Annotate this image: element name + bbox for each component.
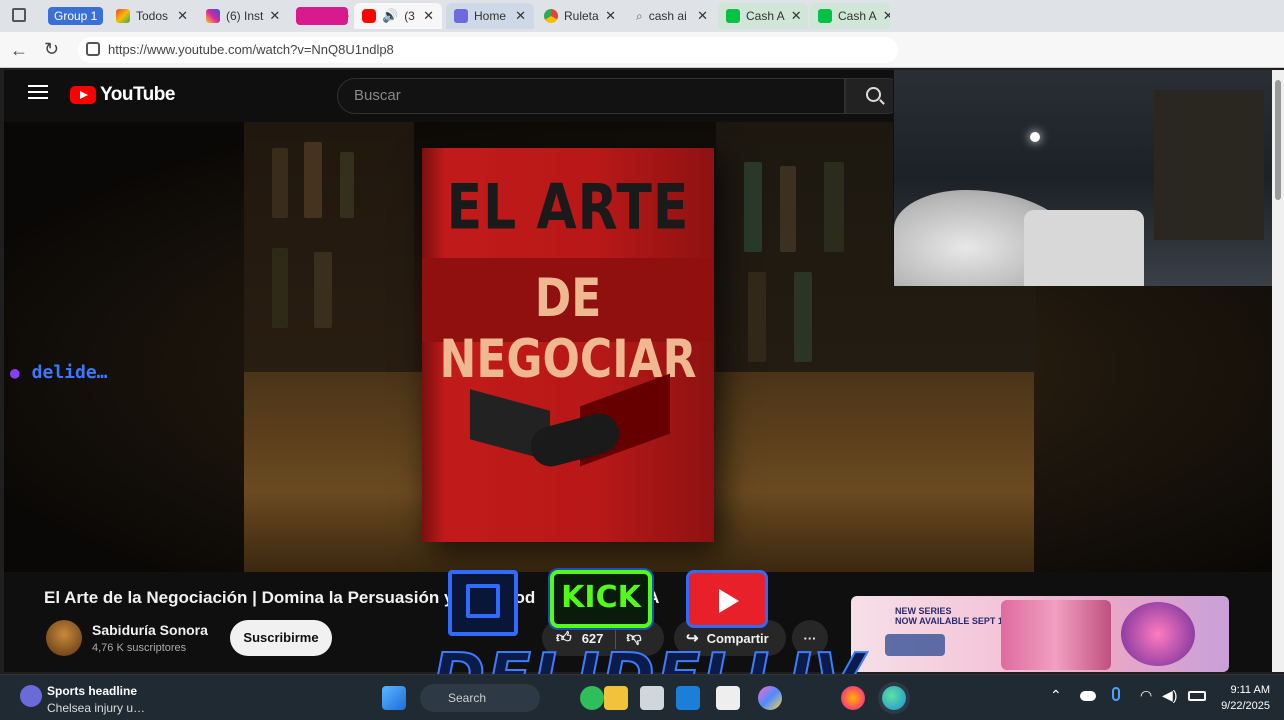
show-logo [1121, 602, 1195, 666]
gmail-icon [116, 9, 130, 23]
wifi-icon[interactable]: ◠ [1140, 687, 1152, 704]
speaker-icon[interactable]: 🔊 [382, 8, 398, 24]
tab-ruleta[interactable]: Ruleta ✕ [536, 3, 624, 29]
onedrive-icon[interactable] [1080, 691, 1096, 701]
url-field[interactable]: https://www.youtube.com/watch?v=NnQ8U1nd… [78, 37, 898, 63]
spine [824, 162, 844, 252]
ceiling-light [1030, 132, 1040, 142]
edge-icon[interactable] [882, 686, 906, 710]
tab-cash-search[interactable]: ⌕ cash ai ✕ [628, 3, 716, 29]
ad-banner[interactable]: NEW SERIES NOW AVAILABLE SEPT 17 [851, 596, 1229, 672]
kick-logo: KICK [550, 570, 652, 628]
spine [780, 166, 796, 252]
youtube-overlay-logo [686, 570, 768, 628]
spine [304, 142, 322, 218]
room-wall [1154, 90, 1264, 240]
app-icon[interactable] [580, 686, 604, 710]
tab-cashapp-2[interactable]: Cash A ✕ [810, 3, 890, 29]
firefox-icon[interactable] [841, 686, 865, 710]
file-explorer-icon[interactable] [604, 686, 628, 710]
spine [794, 272, 812, 362]
spine [340, 152, 354, 218]
characters-image [1001, 600, 1111, 670]
microphone-icon: ● [10, 363, 20, 382]
cashapp-icon [818, 9, 832, 23]
windows-taskbar: Sports headline Chelsea injury u… Search… [0, 674, 1284, 720]
webcam-overlay [893, 70, 1279, 286]
address-bar-row: ← ↻ https://www.youtube.com/watch?v=NnQ8… [0, 32, 1284, 68]
youtube-icon [362, 9, 376, 23]
tab-group-chip[interactable]: Group 1 [48, 7, 104, 25]
taskbar-search[interactable]: Search [420, 684, 540, 712]
battery-icon[interactable] [1188, 691, 1206, 701]
clock-time[interactable]: 9:11 AM [1230, 684, 1270, 696]
play-icon [719, 589, 739, 613]
spine [314, 252, 332, 328]
tab-youtube-active[interactable]: 🔊 (3 ✕ [354, 3, 442, 29]
close-icon[interactable]: ✕ [791, 8, 802, 24]
close-icon[interactable]: ✕ [697, 8, 708, 24]
news-widget-subtitle[interactable]: Chelsea injury u… [47, 701, 145, 715]
youtube-play-icon [70, 86, 96, 104]
chevron-up-icon[interactable]: ⌃ [1050, 687, 1062, 704]
chat-overlay-user: ● delide… [10, 362, 108, 383]
channel-name[interactable]: Sabiduría Sonora [92, 622, 208, 638]
page-scrollbar[interactable] [1272, 70, 1284, 672]
tab-home[interactable]: Home ✕ [446, 3, 534, 29]
channel-avatar[interactable] [46, 620, 82, 656]
store-icon[interactable] [716, 686, 740, 710]
twitch-logo [448, 570, 518, 636]
close-icon[interactable]: ✕ [269, 8, 280, 24]
subscribe-button[interactable]: Suscribirme [230, 620, 332, 656]
instagram-icon [206, 9, 220, 23]
close-icon[interactable]: ✕ [177, 8, 188, 24]
disney-plus-logo [885, 634, 945, 656]
windows-start-icon[interactable] [382, 686, 406, 710]
microphone-icon[interactable] [1112, 687, 1120, 701]
reload-icon[interactable]: ↻ [44, 39, 59, 60]
white-chair [1024, 210, 1144, 286]
tab-gmail[interactable]: Todos ✕ [108, 3, 196, 29]
close-icon[interactable]: ✕ [883, 8, 890, 24]
volume-icon[interactable]: ◀) [1162, 687, 1177, 704]
cashapp-icon [726, 9, 740, 23]
copilot-icon[interactable] [758, 686, 782, 710]
chrome-icon [544, 9, 558, 23]
spine [272, 248, 288, 328]
page-icon [454, 9, 468, 23]
subscriber-count: 4,76 K suscriptores [92, 642, 187, 654]
clock-date[interactable]: 9/22/2025 [1221, 700, 1270, 712]
news-widget-title[interactable]: Sports headline [47, 684, 137, 698]
tab-strip: Group 1 Todos ✕ (6) Inst ✕ YouTube 🔊 (3 … [0, 0, 1284, 32]
close-icon[interactable]: ✕ [515, 8, 526, 24]
search-icon: ⌕ [636, 8, 643, 23]
spine [272, 148, 288, 218]
hamburger-menu-icon[interactable] [28, 85, 48, 99]
youtube-logo[interactable]: YouTube [70, 84, 175, 106]
tab-group-youtube[interactable]: YouTube [296, 7, 349, 25]
scrollbar-thumb[interactable] [1275, 80, 1281, 200]
spine [744, 162, 762, 252]
spine [748, 272, 766, 362]
twitch-icon [466, 584, 500, 618]
outlook-icon[interactable] [676, 686, 700, 710]
tab-cashapp-1[interactable]: Cash A ✕ [718, 3, 808, 29]
close-icon[interactable]: ✕ [423, 8, 434, 24]
back-arrow-icon[interactable]: ← [10, 40, 28, 61]
news-widget-icon[interactable] [20, 685, 42, 707]
site-info-icon[interactable] [86, 42, 100, 56]
handshake-icon [470, 373, 670, 500]
close-icon[interactable]: ✕ [605, 8, 616, 24]
tab-overview-icon[interactable] [12, 8, 26, 22]
search-input[interactable]: Buscar [337, 78, 845, 114]
book-cover: EL ARTE DE NEGOCIAR [422, 148, 714, 542]
app-icon[interactable] [640, 686, 664, 710]
tab-instagram[interactable]: (6) Inst ✕ [198, 3, 286, 29]
